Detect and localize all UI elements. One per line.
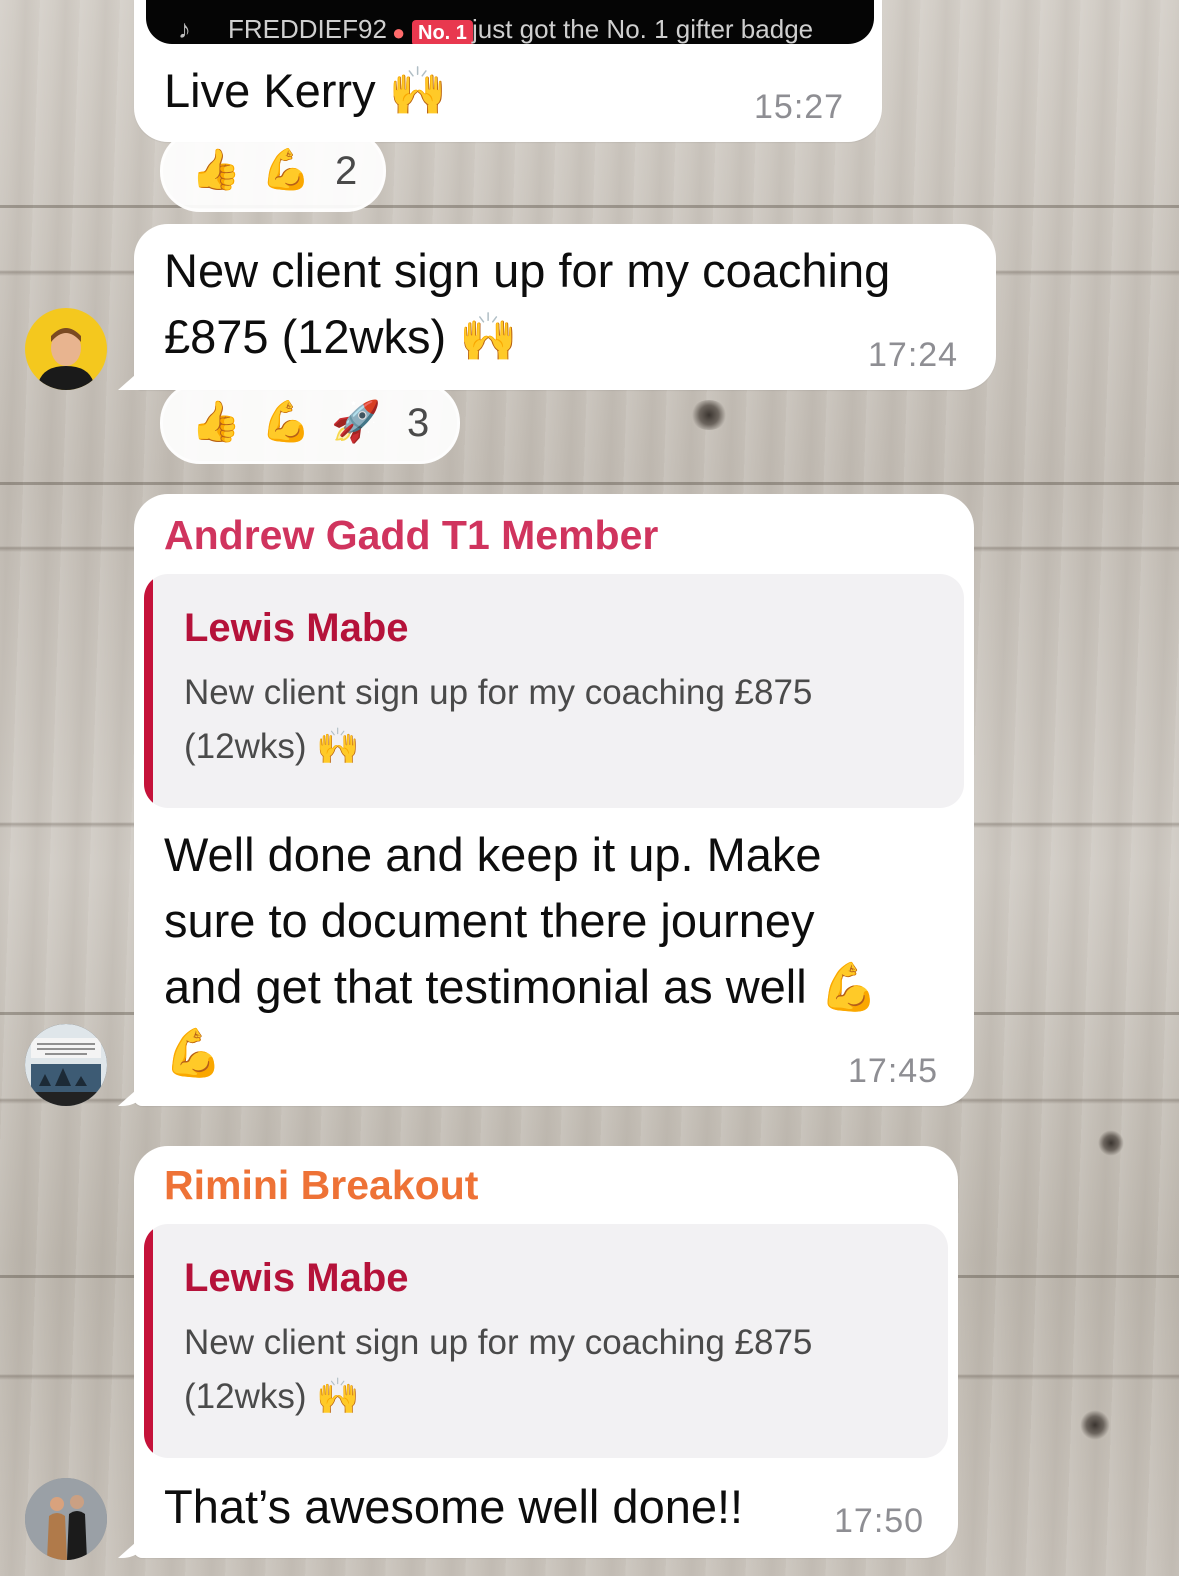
thumbs-up-icon: 👍 [191, 148, 241, 192]
message-text: Live Kerry 🙌 [164, 64, 448, 117]
castle-poster-icon [25, 1024, 107, 1106]
reply-quote[interactable]: Lewis Mabe New client sign up for my coa… [144, 574, 964, 808]
person-icon [37, 328, 95, 390]
message-text-line: sure to document there journey [164, 894, 815, 947]
wood-plank-line [0, 482, 1179, 485]
award-icon: ● [392, 20, 406, 44]
tiktok-icon: ♪ [178, 14, 191, 44]
quote-text-line: (12wks) 🙌 [184, 1377, 360, 1416]
reply-quote[interactable]: Lewis Mabe New client sign up for my coa… [144, 1224, 948, 1458]
badge-label: No. 1 [412, 20, 473, 44]
flexed-biceps-icon: 💪 [261, 148, 311, 192]
quote-sender-name: Lewis Mabe [184, 1256, 409, 1300]
thumbs-up-icon: 👍 [191, 400, 241, 444]
message-text-line: and get that testimonial as well 💪 [164, 960, 879, 1013]
message-text-line: New client sign up for my coaching [164, 244, 891, 297]
message-time: 17:24 [868, 336, 959, 374]
banner-username: FREDDIEF92 [228, 14, 387, 44]
quote-accent-bar [144, 574, 153, 808]
banner-text: just got the No. 1 gifter badge [472, 14, 814, 44]
avatar[interactable] [25, 1024, 107, 1106]
message-text: That’s awesome well done!! [164, 1480, 744, 1533]
message-time: 15:27 [754, 88, 845, 126]
quote-text-line: New client sign up for my coaching £875 [184, 673, 813, 712]
gift-banner: ♪ FREDDIEF92 ● No. 1 just got the No. 1 … [146, 0, 874, 44]
message-time: 17:50 [834, 1502, 925, 1540]
sender-name[interactable]: Andrew Gadd T1 Member [164, 512, 658, 559]
avatar[interactable] [25, 308, 107, 390]
reactions-bar[interactable]: 👍 💪 2 [160, 130, 386, 212]
message-time: 17:45 [848, 1052, 939, 1090]
reaction-count: 2 [335, 149, 358, 193]
flexed-biceps-icon: 💪 [261, 400, 311, 444]
message-text-line: Well done and keep it up. Make [164, 828, 822, 881]
reaction-count: 3 [407, 401, 430, 445]
sender-name[interactable]: Rimini Breakout [164, 1162, 478, 1209]
quote-sender-name: Lewis Mabe [184, 606, 409, 650]
wood-plank-line [0, 205, 1179, 208]
quote-text-line: New client sign up for my coaching £875 [184, 1323, 813, 1362]
quote-text-line: (12wks) 🙌 [184, 727, 360, 766]
reactions-bar[interactable]: 👍 💪 🚀 3 [160, 382, 460, 464]
wood-knot [1080, 1410, 1110, 1440]
message-text-line: 💪 [164, 1026, 223, 1079]
people-photo-icon [25, 1478, 107, 1560]
message-text-line: £875 (12wks) 🙌 [164, 310, 518, 363]
avatar[interactable] [25, 1478, 107, 1560]
rocket-icon: 🚀 [331, 400, 381, 444]
quote-accent-bar [144, 1224, 153, 1458]
wood-knot [1098, 1130, 1124, 1156]
wood-knot [690, 400, 728, 430]
